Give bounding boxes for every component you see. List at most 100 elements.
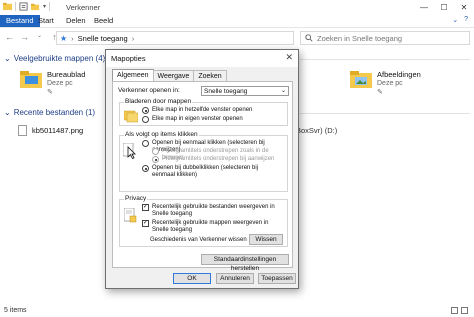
chevron-right-icon: › [71, 33, 74, 43]
tab-delen[interactable]: Delen [60, 15, 92, 27]
expand-ribbon-icon[interactable]: ⌄ [452, 16, 458, 24]
clear-history-button[interactable]: Wissen [249, 234, 283, 245]
search-input[interactable]: Zoeken in Snelle toegang [300, 31, 470, 45]
forward-arrow-icon[interactable]: → [19, 32, 30, 42]
customize-toolbar-icon[interactable]: ▾ [43, 3, 46, 10]
checkbox[interactable]: ✓ [142, 204, 149, 211]
browse-folders-icon [124, 110, 138, 123]
pin-icon: ✎ [47, 89, 53, 96]
own-window-option[interactable]: Elke map in eigen venster openen [142, 116, 243, 123]
recent-files-label: Recente bestanden (1) [13, 108, 96, 117]
browse-folders-group: Bladeren door mappen Elke map in hetzelf… [119, 98, 288, 126]
checkbox[interactable]: ✓ [142, 220, 149, 227]
tile-location: Deze pc [47, 80, 73, 87]
folder-options-dialog: Mapopties ✕ Algemeen Weergave Zoeken Ver… [105, 49, 299, 289]
tab-weergave[interactable]: Weergave [152, 70, 195, 81]
click-items-group: Als volgt op items klikken Openen bij ee… [119, 131, 288, 192]
open-in-select[interactable]: Snelle toegang ⌄ [201, 86, 289, 96]
folder-icon [3, 2, 12, 11]
radio-button[interactable] [142, 140, 149, 147]
dialog-tabs: Algemeen Weergave Zoeken [112, 69, 227, 81]
mouse-pointer-icon [123, 143, 136, 159]
option-label: Elke map in eigen venster openen [152, 116, 243, 122]
separator [15, 2, 16, 11]
option-label: Elke map in hetzelfde venster openen [152, 107, 253, 113]
ribbon-controls: ⌄ ? [452, 16, 468, 24]
search-icon [305, 34, 313, 42]
desktop-folder-icon [20, 71, 42, 88]
chevron-right-icon: › [131, 33, 135, 43]
address-bar-row: ← → ⌄ ↑ ★ › Snelle toegang › Zoeken in S… [0, 28, 474, 48]
new-folder-icon[interactable] [31, 2, 40, 11]
tab-beeld[interactable]: Beeld [88, 15, 119, 27]
ribbon: Bestand Start Delen Beeld ⌄ ? [0, 14, 474, 28]
star-icon: ★ [60, 33, 68, 43]
tab-start[interactable]: Start [32, 15, 60, 27]
title-bar: ▾ Verkenner — ☐ ✕ [0, 0, 474, 14]
restore-defaults-button[interactable]: Standaardinstellingen herstellen [201, 254, 289, 272]
radio-button[interactable] [142, 165, 149, 172]
show-recent-folders-option[interactable]: ✓ Recentelijk gebruikte mappen weergeven… [142, 220, 282, 234]
radio-button[interactable] [142, 116, 149, 123]
pictures-folder-icon [350, 71, 372, 88]
recent-file-row[interactable]: kb5011487.png [18, 125, 83, 136]
folder-tile-afbeeldingen[interactable]: Afbeeldingen Deze pc ✎ [350, 70, 421, 97]
address-bar[interactable]: ★ › Snelle toegang › [56, 31, 294, 45]
close-icon[interactable]: ✕ [454, 0, 474, 14]
view-switcher [451, 307, 468, 314]
general-tab-panel: Verkenner openen in: Snelle toegang ⌄ Bl… [112, 81, 293, 272]
dialog-title-bar: Mapopties ✕ [106, 50, 298, 67]
option-label: Recentelijk gebruikte mappen weergeven i… [152, 220, 269, 233]
divider [300, 113, 470, 114]
group-title: Bladeren door mappen [124, 98, 193, 105]
radio-button [152, 156, 159, 163]
frequent-folders-header[interactable]: ⌄ Veelgebruikte mappen (4) [4, 54, 105, 63]
folder-tile-bureaublad[interactable]: Bureaublad Deze pc ✎ [20, 70, 85, 97]
underline-hover-option: Pictogramtitels onderstrepen bij aanwijz… [152, 156, 274, 163]
ok-button[interactable]: OK [173, 273, 211, 284]
group-title: Privacy [124, 195, 148, 202]
open-in-value: Snelle toegang [204, 88, 248, 95]
recent-locations-icon[interactable]: ⌄ [34, 32, 45, 42]
double-click-option[interactable]: Openen bij dubbelklikken (selecteren bij… [142, 165, 282, 179]
window-controls: — ☐ ✕ [414, 0, 474, 14]
option-label: Recentelijk gebruikte bestanden weergeve… [152, 204, 275, 217]
tile-name: Bureaublad [47, 70, 86, 79]
properties-icon[interactable] [19, 2, 28, 11]
back-arrow-icon[interactable]: ← [4, 32, 15, 42]
recent-files-header[interactable]: ⌄ Recente bestanden (1) [4, 108, 95, 117]
help-icon[interactable]: ? [464, 16, 468, 24]
tab-algemeen[interactable]: Algemeen [112, 69, 154, 81]
tile-text: Bureaublad Deze pc ✎ [47, 70, 85, 97]
chevron-down-icon: ⌄ [4, 54, 11, 63]
tab-zoeken[interactable]: Zoeken [193, 70, 227, 81]
details-view-icon[interactable] [451, 307, 458, 314]
show-recent-files-option[interactable]: ✓ Recentelijk gebruikte bestanden weerge… [142, 204, 282, 218]
window-title: Verkenner [66, 3, 101, 12]
divider [300, 59, 470, 60]
recent-file-name: kb5011487.png [32, 126, 84, 135]
minimize-icon[interactable]: — [414, 0, 434, 14]
cancel-button[interactable]: Annuleren [216, 273, 254, 284]
clear-history-label: Geschiedenis van Verkenner wissen [150, 237, 247, 243]
dialog-title: Mapopties [111, 54, 146, 63]
close-icon[interactable]: ✕ [285, 52, 293, 63]
same-window-option[interactable]: Elke map in hetzelfde venster openen [142, 107, 252, 114]
chevron-down-icon: ⌄ [4, 108, 11, 117]
privacy-document-icon [124, 208, 137, 223]
chevron-down-icon: ⌄ [280, 88, 286, 94]
item-count: 5 items [4, 307, 27, 314]
maximize-icon[interactable]: ☐ [434, 0, 454, 14]
tile-name: Afbeeldingen [377, 70, 421, 79]
radio-button[interactable] [142, 107, 149, 114]
option-label: Pictogramtitels onderstrepen bij aanwijz… [162, 156, 275, 162]
pin-icon: ✎ [377, 89, 383, 96]
frequent-folders-label: Veelgebruikte mappen (4) [13, 54, 106, 63]
image-file-icon [18, 125, 27, 136]
apply-button[interactable]: Toepassen [258, 273, 296, 284]
large-icons-view-icon[interactable] [461, 307, 468, 314]
open-in-label: Verkenner openen in: [118, 87, 180, 94]
address-path: Snelle toegang [77, 33, 128, 43]
quick-access-toolbar: ▾ [3, 2, 51, 11]
option-label: Openen bij dubbelklikken (selecteren bij… [152, 165, 259, 178]
